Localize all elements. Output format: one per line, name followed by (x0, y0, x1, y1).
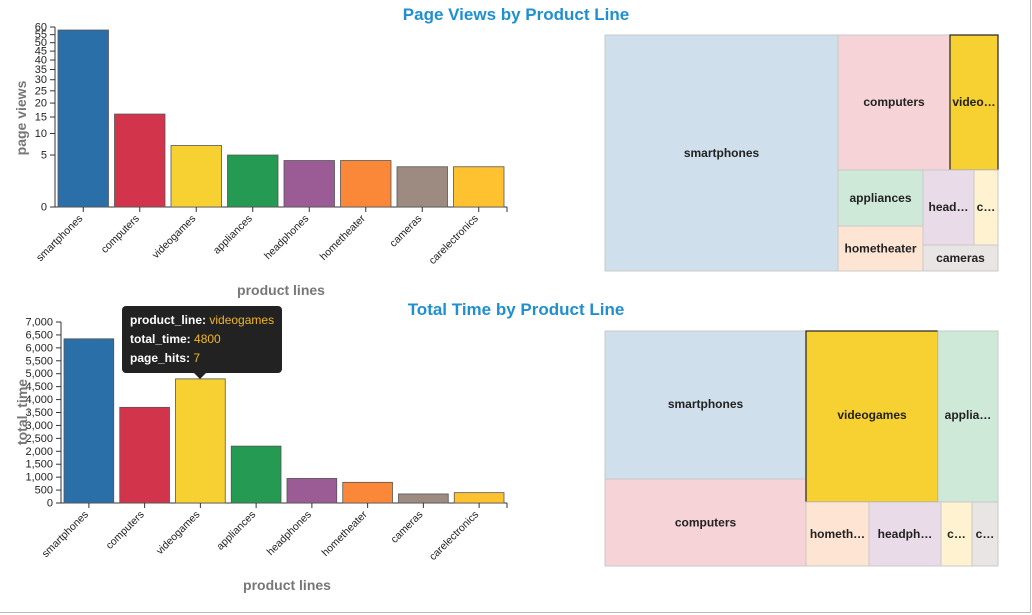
y-tick-label-2-1: 500 (35, 485, 53, 497)
x-tick-label-2-appliances: appliances (214, 509, 258, 553)
bar-2-cameras[interactable] (398, 493, 449, 504)
y-tick-label-2-10: 5,000 (25, 368, 53, 380)
y-tick-label-2-4: 2,000 (25, 446, 53, 458)
tooltip-value-total-time: 4800 (194, 332, 221, 346)
x-tick-label-2-hometheater: hometheater (320, 508, 371, 559)
x-tick-label-0-carelectronics: carelectronics (427, 213, 481, 267)
treemap-1-label-headphones: head… (928, 200, 968, 214)
treemap-3-label-appliances: applia… (945, 408, 992, 422)
y-tick-label-2-13: 6,500 (25, 329, 53, 341)
y-tick-label-2-3: 1,500 (25, 459, 53, 471)
y-axis-title-0: page views (13, 80, 29, 155)
bar-2-computers[interactable] (119, 406, 170, 504)
bar-0-cameras[interactable] (396, 166, 448, 208)
bar-2-appliances[interactable] (230, 445, 282, 504)
x-tick-label-0-smartphones: smartphones (34, 213, 85, 264)
treemap-3-label-smartphones: smartphones (668, 397, 744, 411)
treemap-1-label-carelectronics: c… (977, 200, 996, 214)
treemap-3-label-hometheater: hometh… (810, 527, 865, 541)
y-tick-label-2-12: 6,000 (25, 342, 53, 354)
treemap-1-label-hometheater: hometheater (844, 242, 916, 256)
tooltip-key-page-hits: page_hits: (130, 351, 191, 365)
x-tick-label-0-cameras: cameras (387, 213, 424, 250)
x-axis-title-0: product lines (237, 282, 325, 298)
bar-0-videogames[interactable] (170, 145, 222, 208)
bar-2-videogames[interactable] (175, 378, 226, 504)
x-tick-label-2-computers: computers (104, 509, 147, 552)
y-tick-label-2-0: 0 (47, 498, 53, 510)
y-tick-label-0-12: 60 (35, 22, 47, 34)
y-axis-title-2: total_time (14, 379, 30, 445)
y-tick-label-0-5: 25 (35, 85, 47, 97)
x-axis-title-2: product lines (243, 577, 331, 593)
bar-2-smartphones[interactable] (63, 338, 115, 504)
treemap-1-label-computers: computers (863, 95, 925, 109)
tooltip-key-product-line: product_line: (130, 313, 207, 327)
y-tick-label-2-14: 7,000 (25, 317, 53, 329)
bar-0-appliances[interactable] (227, 154, 279, 208)
x-tick-label-0-hometheater: hometheater (318, 212, 369, 263)
tooltip-value-page-hits: 7 (193, 351, 201, 365)
y-tick-label-0-2: 10 (35, 128, 47, 140)
y-tick-label-0-1: 5 (41, 150, 47, 162)
bar-0-headphones[interactable] (283, 160, 335, 208)
x-tick-label-2-carelectronics: carelectronics (427, 509, 481, 563)
x-tick-label-0-appliances: appliances (211, 213, 255, 257)
treemap-3-label-videogames: videogames (837, 408, 907, 422)
x-tick-label-0-computers: computers (99, 213, 142, 256)
bar-0-hometheater[interactable] (340, 160, 392, 208)
y-tick-label-0-3: 15 (35, 112, 47, 124)
treemap-1-label-appliances: appliances (849, 191, 911, 205)
bar-0-carelectronics[interactable] (453, 166, 505, 208)
bar-2-headphones[interactable] (286, 478, 338, 504)
y-tick-label-2-2: 1,000 (25, 472, 53, 484)
y-tick-label-2-11: 5,500 (25, 355, 53, 367)
treemap-3-label-computers: computers (675, 516, 737, 530)
tooltip-value-product-line: videogames (209, 313, 275, 327)
y-tick-label-0-4: 20 (35, 98, 47, 110)
treemap-3-label-cameras: c… (976, 527, 995, 541)
treemap-1-label-videogames: video… (952, 95, 995, 109)
tooltip-key-total-time: total_time: (130, 332, 191, 346)
bar-0-smartphones[interactable] (57, 29, 109, 208)
y-tick-label-0-0: 0 (41, 202, 47, 214)
treemap-3-label-headphones: headph… (878, 527, 933, 541)
x-tick-label-2-smartphones: smartphones (40, 509, 91, 560)
x-tick-label-2-headphones: headphones (265, 509, 314, 558)
bar-2-hometheater[interactable] (342, 481, 393, 504)
bar-0-computers[interactable] (114, 113, 166, 208)
x-tick-label-2-cameras: cameras (389, 509, 426, 546)
x-tick-label-0-headphones: headphones (262, 213, 311, 262)
treemap-1-label-cameras: cameras (936, 251, 985, 265)
treemap-3-label-carelectronics: c… (947, 527, 966, 541)
bar-2-carelectronics[interactable] (453, 492, 505, 504)
tooltip: product_line: videogames total_time: 480… (122, 306, 283, 379)
treemap-1-label-smartphones: smartphones (684, 146, 760, 160)
x-tick-label-0-videogames: videogames (150, 213, 199, 262)
x-tick-label-2-videogames: videogames (154, 509, 203, 558)
